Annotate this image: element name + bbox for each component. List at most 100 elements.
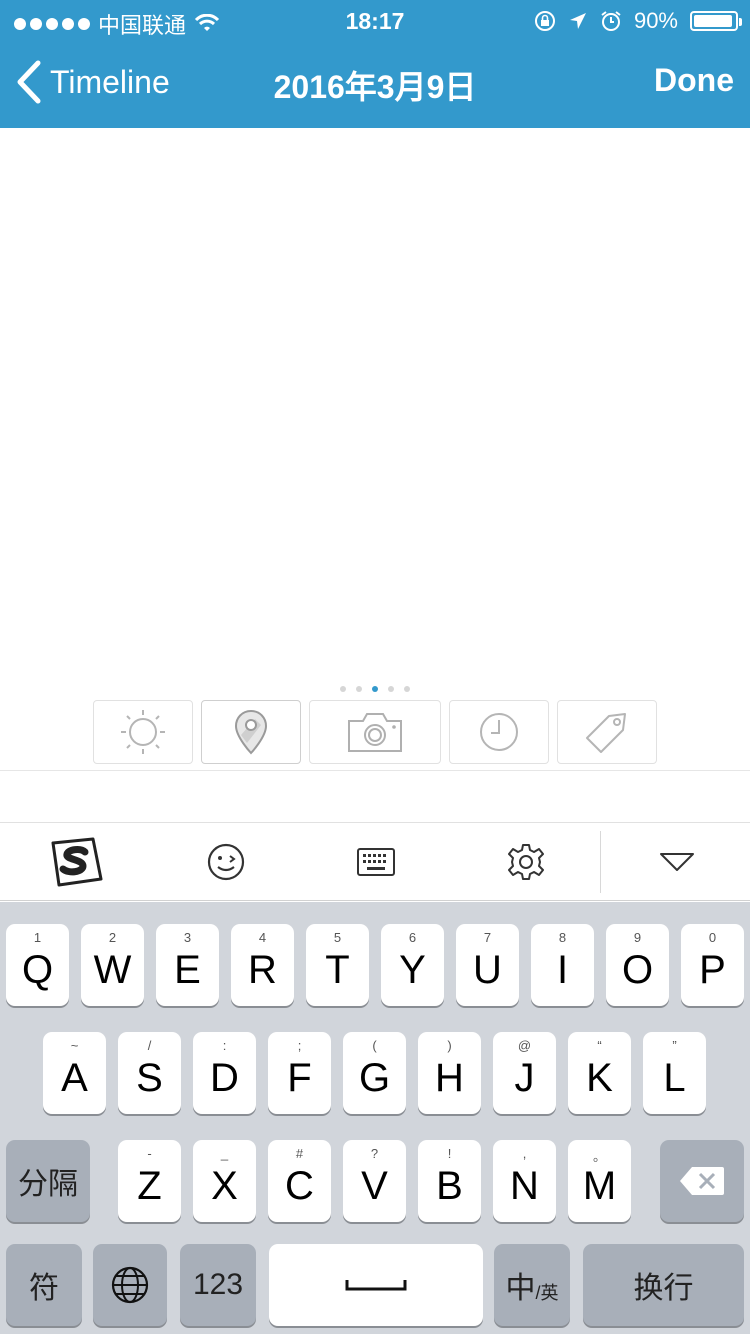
key-l[interactable]: ” L (643, 1032, 706, 1114)
key-i[interactable]: 8I (531, 924, 594, 1006)
symbol-key[interactable]: 符 (6, 1244, 82, 1326)
key-hint: “ (597, 1038, 602, 1053)
space-icon (345, 1280, 407, 1291)
emoji-button[interactable] (196, 831, 256, 893)
key-label: Y (399, 947, 426, 992)
pager-dot-active (372, 686, 378, 692)
pager-dot (404, 686, 410, 692)
key-w[interactable]: 2W (81, 924, 144, 1006)
key-x[interactable]: _ X (193, 1140, 256, 1222)
key-p[interactable]: 0P (681, 924, 744, 1006)
photo-button[interactable] (309, 700, 441, 764)
key-hint: ( (372, 1038, 377, 1053)
key-hint: 3 (183, 930, 192, 945)
key-hint: ) (447, 1038, 452, 1053)
key-u[interactable]: 7U (456, 924, 519, 1006)
key-f[interactable]: ; F (268, 1032, 331, 1114)
language-sub-label: /英 (535, 1283, 559, 1303)
divider (600, 831, 601, 893)
key-label: G (358, 1055, 391, 1100)
navigation-bar: Timeline 2016年3月9日 Done (0, 40, 750, 128)
key-o[interactable]: 9O (606, 924, 669, 1006)
key-hint: 6 (408, 930, 417, 945)
chevron-down-icon (660, 853, 694, 871)
alarm-icon (601, 11, 621, 31)
gear-icon (508, 844, 544, 880)
key-g[interactable]: (G (343, 1032, 406, 1114)
battery-percent: 90% (633, 8, 678, 33)
time-button[interactable] (449, 700, 549, 764)
key-label: H (435, 1055, 464, 1100)
return-label: 换行 (633, 1272, 694, 1305)
key-s[interactable]: / S (118, 1032, 181, 1114)
key-q[interactable]: 1Q (6, 924, 69, 1006)
key-hint: 9 (633, 930, 642, 945)
entry-text-area[interactable] (0, 128, 750, 678)
key-k[interactable]: “K (568, 1032, 631, 1114)
hide-keyboard-button[interactable] (646, 831, 708, 893)
weather-button[interactable] (93, 700, 193, 764)
key-label: O (621, 947, 654, 992)
space-key[interactable] (269, 1244, 483, 1326)
key-d[interactable]: :D (193, 1032, 256, 1114)
key-hint: 7 (483, 930, 492, 945)
location-button[interactable] (201, 700, 301, 764)
key-label: L (663, 1055, 686, 1100)
sogou-logo-icon (51, 837, 103, 887)
key-z[interactable]: -Z (118, 1140, 181, 1222)
key-label: P (699, 947, 726, 992)
key-n[interactable]: ,N (493, 1140, 556, 1222)
settings-button[interactable] (496, 831, 556, 893)
key-h[interactable]: ) H (418, 1032, 481, 1114)
page-title: 2016年3月9日 (273, 69, 477, 105)
pager-dot (388, 686, 394, 692)
key-v[interactable]: ? V (343, 1140, 406, 1222)
status-right: 90% (534, 8, 742, 34)
tag-button[interactable] (557, 700, 657, 764)
key-label: I (556, 947, 569, 992)
toolbar-pager (0, 686, 750, 692)
key-hint: 。 (592, 1149, 606, 1164)
key-hint: - (147, 1146, 152, 1161)
key-hint: : (222, 1038, 227, 1053)
key-hint: 1 (33, 930, 42, 945)
key-hint: 0 (708, 930, 717, 945)
backspace-key[interactable] (660, 1140, 744, 1222)
key-r[interactable]: 4R (231, 924, 294, 1006)
key-m[interactable]: 。 M (568, 1140, 631, 1222)
key-a[interactable]: ~ A (43, 1032, 106, 1114)
key-e[interactable]: 3E (156, 924, 219, 1006)
separator-key[interactable]: 分隔 (6, 1140, 90, 1222)
numbers-key[interactable]: 123 (180, 1244, 256, 1326)
backspace-icon (680, 1167, 724, 1195)
key-j[interactable]: @ J (493, 1032, 556, 1114)
key-b[interactable]: ! B (418, 1140, 481, 1222)
key-y[interactable]: 6Y (381, 924, 444, 1006)
keyboard-switch-button[interactable] (346, 831, 406, 893)
key-hint: ; (297, 1038, 302, 1053)
key-t[interactable]: 5T (306, 924, 369, 1006)
done-button[interactable]: Done (654, 62, 734, 99)
sogou-logo-button[interactable] (40, 831, 112, 893)
tag-icon (586, 713, 626, 753)
language-toggle-key[interactable]: 中 /英 (494, 1244, 570, 1326)
key-label: X (211, 1163, 238, 1208)
keyboard-icon (357, 848, 395, 876)
key-hint: 5 (333, 930, 342, 945)
key-label: S (136, 1055, 163, 1100)
key-c[interactable]: # C (268, 1140, 331, 1222)
key-label: C (285, 1163, 314, 1208)
key-label: M (582, 1163, 617, 1208)
key-label: V (361, 1163, 388, 1208)
language-main-label: 中 (505, 1272, 536, 1305)
globe-key[interactable] (93, 1244, 167, 1326)
key-label: T (325, 947, 350, 992)
return-key[interactable]: 换行 (583, 1244, 744, 1326)
key-hint: ! (447, 1146, 452, 1161)
symbol-label: 符 (29, 1272, 59, 1305)
key-hint: @ (517, 1038, 532, 1053)
status-bar: 中国联通 18:17 90% (0, 0, 750, 40)
key-label: U (473, 947, 502, 992)
key-label: K (586, 1055, 613, 1100)
key-label: Q (21, 947, 54, 992)
